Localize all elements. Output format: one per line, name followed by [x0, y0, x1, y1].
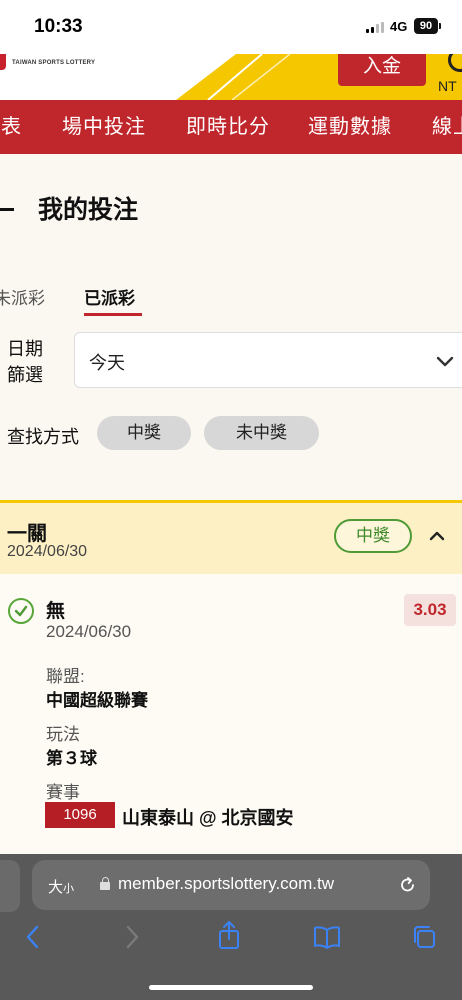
bet-card-body: 無 2024/06/30 3.03 聯盟: 中國超級聯賽 玩法 第３球 賽事 1… — [0, 574, 462, 854]
network-type: 4G — [390, 19, 408, 34]
selection-date: 2024/06/30 — [46, 622, 132, 641]
browser-toolbar: 大小 member.sportslottery.com.tw — [0, 854, 462, 1000]
date-filter-label-line2: 篩選 — [7, 365, 43, 385]
logo-mark[interactable] — [0, 54, 6, 70]
chevron-up-icon[interactable] — [428, 527, 446, 545]
nav-item-online[interactable]: 線上 — [432, 100, 462, 154]
match-number-badge: 1096 — [45, 802, 115, 828]
date-filter-label-line1: 日期 — [7, 339, 43, 359]
status-bar: 10:33 4G 90 — [0, 0, 462, 54]
site-header: TAIWAN SPORTS LOTTERY 入金 NT — [0, 54, 462, 100]
home-indicator[interactable] — [149, 985, 313, 990]
status-time: 10:33 — [34, 16, 83, 37]
active-tab-indicator — [84, 313, 142, 316]
date-filter-select[interactable]: 今天 — [74, 332, 462, 388]
battery-icon: 90 — [414, 18, 438, 34]
filter-lost-button[interactable]: 未中獎 — [204, 416, 319, 450]
previous-tab-preview[interactable] — [0, 860, 20, 912]
lock-icon — [100, 877, 110, 890]
bet-type: 一關 — [7, 523, 47, 545]
address-bar[interactable]: 大小 member.sportslottery.com.tw — [32, 860, 430, 910]
event-label: 賽事 — [46, 783, 80, 802]
tabs-icon[interactable] — [410, 924, 438, 950]
tab-unsettled[interactable]: 未派彩 — [0, 284, 45, 309]
market-value: 第３球 — [46, 749, 97, 768]
win-status-badge: 中獎 — [334, 519, 412, 553]
nav-item-live-betting[interactable]: 場中投注 — [62, 100, 146, 154]
odds-badge: 3.03 — [404, 594, 456, 626]
signal-icon — [366, 22, 384, 33]
tab-settled[interactable]: 已派彩 — [84, 284, 135, 309]
search-method-label: 查找方式 — [7, 427, 79, 447]
bet-date: 2024/06/30 — [7, 543, 88, 560]
match-name: 山東泰山 @ 北京國安 — [122, 808, 294, 828]
nav-item-sports-data[interactable]: 運動數據 — [308, 100, 392, 154]
nav-item-schedule[interactable]: 賽表 — [0, 100, 22, 154]
market-label: 玩法 — [46, 725, 80, 744]
forward-icon[interactable] — [123, 924, 141, 950]
url-text: member.sportslottery.com.tw — [118, 874, 335, 893]
deposit-button[interactable]: 入金 — [338, 54, 426, 86]
league-label: 聯盟: — [46, 667, 85, 686]
bookmarks-icon[interactable] — [312, 924, 342, 950]
share-icon[interactable] — [216, 920, 242, 950]
date-filter-value: 今天 — [89, 353, 125, 373]
selection-name: 無 — [46, 601, 66, 622]
text-size-small: 小 — [63, 883, 75, 895]
bet-card-header[interactable]: 一關 2024/06/30 中獎 — [0, 500, 462, 574]
logo-subtitle: TAIWAN SPORTS LOTTERY — [12, 60, 96, 66]
chevron-down-icon — [436, 356, 454, 367]
battery-tip — [439, 23, 441, 29]
nav-item-live-score[interactable]: 即時比分 — [186, 100, 270, 154]
page-title: 我的投注 — [38, 196, 139, 224]
main-nav: 賽表 場中投注 即時比分 運動數據 線上 — [0, 100, 462, 154]
date-filter-label: 日期 篩選 — [7, 336, 43, 388]
back-icon[interactable] — [0, 208, 14, 211]
reload-icon[interactable] — [398, 875, 418, 895]
currency-label: NT — [438, 78, 457, 94]
filter-won-button[interactable]: 中獎 — [97, 416, 191, 450]
league-value: 中國超級聯賽 — [46, 691, 148, 710]
text-size-large: 大 — [48, 879, 64, 896]
back-icon[interactable] — [24, 924, 42, 950]
check-circle-icon — [8, 598, 34, 624]
text-size-button[interactable]: 大小 — [48, 876, 74, 897]
